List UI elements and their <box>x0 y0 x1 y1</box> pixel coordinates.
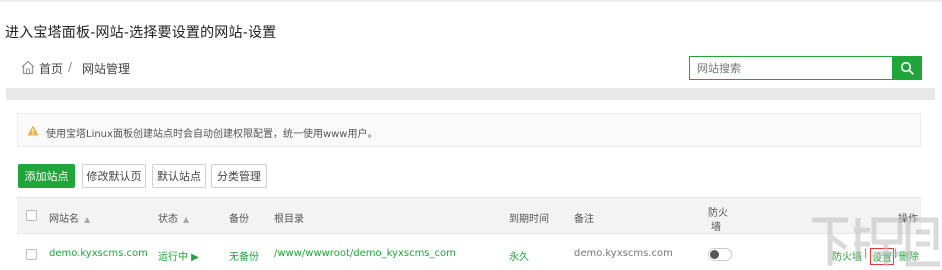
warning-icon <box>27 125 39 136</box>
sort-up-icon: ▲ <box>84 215 91 224</box>
search-button[interactable] <box>892 56 922 80</box>
header-status[interactable]: 状态 ▲ <box>158 210 189 225</box>
cell-expire[interactable]: 永久 <box>509 248 529 263</box>
default-site-button[interactable]: 默认站点 <box>152 164 206 188</box>
page-caption: 进入宝塔面板-网站-选择要设置的网站-设置 <box>5 25 277 41</box>
add-site-button[interactable]: 添加站点 <box>18 164 75 188</box>
breadcrumb-home[interactable]: 首页 <box>39 60 63 77</box>
cell-site-name[interactable]: demo.kyxscms.com <box>49 248 148 259</box>
breadcrumb-current: 网站管理 <box>82 62 131 76</box>
header-status-label: 状态 <box>158 214 178 225</box>
category-manage-button[interactable]: 分类管理 <box>211 164 267 188</box>
cell-backup[interactable]: 无备份 <box>229 248 259 263</box>
header-firewall-line1: 防火 <box>708 208 728 219</box>
header-expire[interactable]: 到期时间 <box>509 210 549 225</box>
table-header-row <box>17 197 921 234</box>
select-all-checkbox[interactable] <box>26 210 37 221</box>
row-checkbox[interactable] <box>26 249 37 260</box>
header-site-name-label: 网站名 <box>49 214 79 225</box>
edit-default-page-button[interactable]: 修改默认页 <box>82 164 146 188</box>
toggle-knob <box>710 250 719 259</box>
header-firewall-line2: 墙 <box>711 222 721 233</box>
site-search-input[interactable] <box>689 56 893 80</box>
watermark-logo <box>812 217 940 267</box>
home-icon[interactable] <box>20 60 36 75</box>
header-remark: 备注 <box>574 214 594 225</box>
sort-up-icon: ▲ <box>183 215 190 224</box>
breadcrumb-separator: / <box>68 60 73 74</box>
top-rule <box>0 0 942 2</box>
section-divider <box>6 88 935 100</box>
cell-remark[interactable]: demo.kyxscms.com <box>574 248 673 259</box>
header-site-name[interactable]: 网站名 ▲ <box>49 210 90 225</box>
header-root-dir: 根目录 <box>274 214 304 225</box>
firewall-toggle[interactable] <box>708 248 732 261</box>
search-icon <box>900 61 914 75</box>
cell-status[interactable]: 运行中 ▶ <box>158 248 199 263</box>
header-backup: 备份 <box>229 214 249 225</box>
cell-root-dir[interactable]: /www/wwwroot/demo_kyxscms_com <box>274 248 456 259</box>
notice-text: 使用宝塔Linux面板创建站点时会自动创建权限配置，统一使用www用户。 <box>46 129 378 140</box>
